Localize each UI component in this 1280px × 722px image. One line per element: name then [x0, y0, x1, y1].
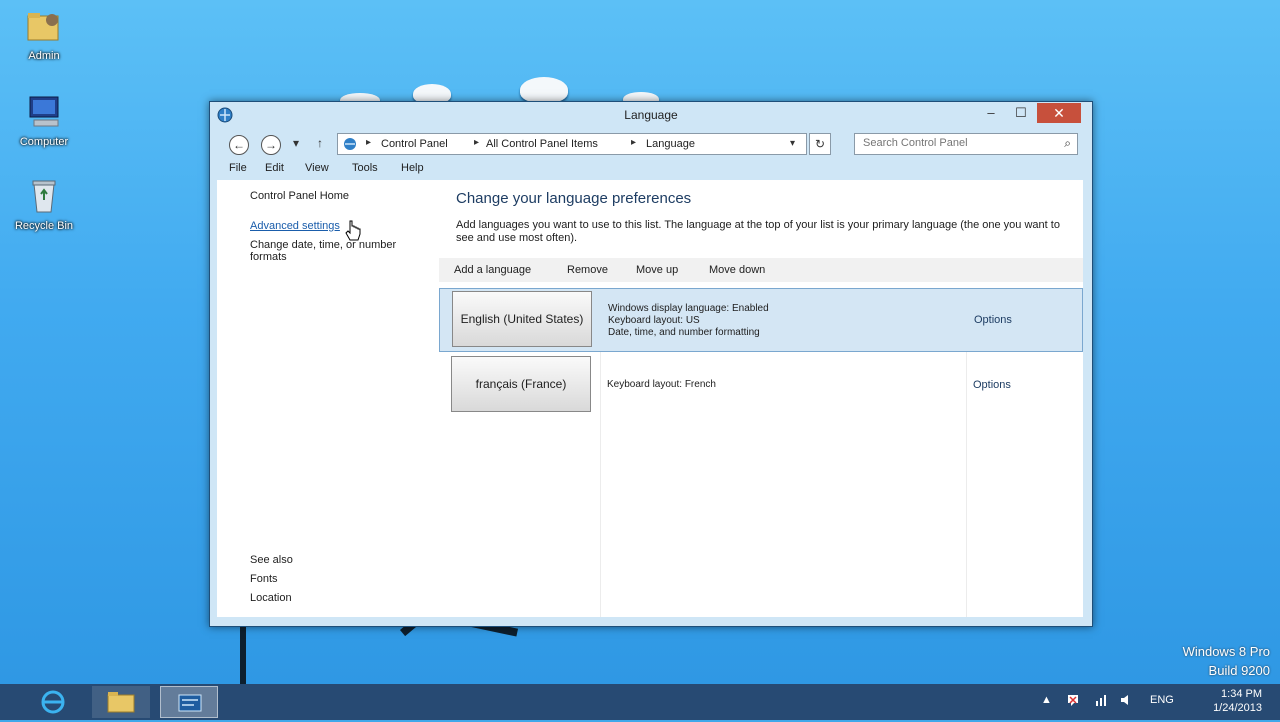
display-language-status: Windows display language: Enabled	[608, 303, 769, 314]
language-toolbar: Add a language Remove Move up Move down	[439, 258, 1083, 282]
menu-help[interactable]: Help	[401, 162, 424, 174]
options-link-english[interactable]: Options	[974, 314, 1012, 326]
wallpaper-stem	[240, 625, 246, 684]
language-window: Language – ☐ ✕ ← → ▾ ↑ ▸ Control Panel ▸…	[209, 101, 1093, 627]
language-details: Windows display language: Enabled Keyboa…	[608, 303, 769, 339]
maximize-button[interactable]: ☐	[1007, 103, 1035, 123]
up-button[interactable]: ↑	[317, 136, 323, 150]
breadcrumb-control-panel[interactable]: Control Panel	[381, 138, 448, 150]
search-icon[interactable]: ⌕	[1064, 136, 1071, 151]
search-box[interactable]: ⌕	[854, 133, 1078, 155]
move-down-button[interactable]: Move down	[709, 264, 765, 276]
breadcrumb-separator[interactable]: ▸	[474, 137, 479, 148]
menu-view[interactable]: View	[305, 162, 329, 174]
search-input[interactable]	[863, 137, 1043, 149]
breadcrumb-separator[interactable]: ▸	[366, 137, 371, 148]
close-button[interactable]: ✕	[1037, 103, 1081, 123]
taskbar: ▲ ENG 1:34 PM 1/24/2013	[0, 684, 1280, 720]
clock-time: 1:34 PM	[1221, 688, 1262, 700]
remove-button[interactable]: Remove	[567, 264, 608, 276]
breadcrumb-separator[interactable]: ▸	[631, 137, 636, 148]
language-row-english[interactable]: English (United States) Windows display …	[439, 288, 1083, 352]
network-icon[interactable]	[1094, 693, 1108, 710]
folder-icon	[107, 692, 135, 713]
navigation-bar: ← → ▾ ↑ ▸ Control Panel ▸ All Control Pa…	[217, 132, 1083, 158]
clock-date: 1/24/2013	[1213, 702, 1262, 714]
keyboard-layout: Keyboard layout: US	[608, 315, 700, 326]
control-panel-icon	[178, 694, 202, 712]
see-also-heading: See also	[250, 554, 293, 566]
language-row-french[interactable]: français (France) Keyboard layout: Frenc…	[439, 354, 1083, 418]
language-tile-french[interactable]: français (France)	[451, 356, 591, 412]
desktop-icon-label: Admin	[28, 50, 60, 62]
page-description: Add languages you want to use to this li…	[456, 219, 1060, 244]
control-panel-icon	[342, 136, 360, 155]
language-tile-english[interactable]: English (United States)	[452, 291, 592, 347]
internet-explorer-taskbar-button[interactable]	[24, 686, 82, 718]
wallpaper-flower	[520, 77, 568, 103]
breadcrumb-language[interactable]: Language	[646, 138, 695, 150]
refresh-button[interactable]: ↻	[809, 133, 831, 155]
show-hidden-icons-button[interactable]: ▲	[1041, 694, 1052, 706]
formatting-status: Date, time, and number formatting	[608, 327, 760, 338]
windows-watermark: Windows 8 Pro Build 9200	[1183, 642, 1270, 680]
internet-explorer-icon	[41, 690, 65, 714]
move-up-button[interactable]: Move up	[636, 264, 678, 276]
input-language-indicator[interactable]: ENG	[1150, 694, 1174, 706]
left-pane: Control Panel Home Advanced settings Cha…	[217, 180, 439, 617]
action-center-icon[interactable]	[1066, 693, 1080, 710]
file-explorer-taskbar-button[interactable]	[92, 686, 150, 718]
computer-icon	[24, 92, 64, 132]
content-area: Control Panel Home Advanced settings Cha…	[217, 180, 1083, 617]
control-panel-taskbar-button[interactable]	[160, 686, 218, 718]
forward-button[interactable]: →	[261, 135, 281, 155]
change-date-formats-link[interactable]: Change date, time, or number formats	[250, 239, 435, 263]
window-title: Language	[624, 108, 678, 122]
system-clock[interactable]: 1:34 PM 1/24/2013	[1213, 687, 1262, 715]
page-title: Change your language preferences	[456, 190, 692, 207]
options-link-french[interactable]: Options	[973, 379, 1011, 391]
recent-locations-button[interactable]: ▾	[293, 136, 299, 150]
desktop-icon-label: Recycle Bin	[14, 220, 74, 232]
fonts-link[interactable]: Fonts	[250, 573, 278, 585]
recycle-bin-icon	[24, 176, 64, 216]
desktop-icon-recycle-bin[interactable]: Recycle Bin	[4, 176, 84, 232]
keyboard-layout: Keyboard layout: French	[607, 379, 716, 390]
control-panel-home-link[interactable]: Control Panel Home	[250, 190, 349, 202]
watermark-build: Build 9200	[1208, 663, 1270, 678]
minimize-button[interactable]: –	[977, 103, 1005, 123]
desktop-icon-admin[interactable]: Admin	[4, 6, 84, 62]
back-button[interactable]: ←	[229, 135, 249, 155]
desktop-icon-computer[interactable]: Computer	[4, 92, 84, 148]
add-language-button[interactable]: Add a language	[454, 264, 531, 276]
address-dropdown-icon[interactable]: ▾	[790, 138, 795, 149]
location-link[interactable]: Location	[250, 592, 292, 604]
desktop-icon-label: Computer	[19, 136, 69, 148]
folder-user-icon	[24, 6, 64, 46]
language-details: Keyboard layout: French	[607, 379, 716, 391]
advanced-settings-link[interactable]: Advanced settings	[250, 220, 340, 232]
breadcrumb-all-items[interactable]: All Control Panel Items	[486, 138, 598, 150]
title-bar[interactable]: Language – ☐ ✕	[210, 102, 1092, 132]
menu-tools[interactable]: Tools	[352, 162, 378, 174]
menu-bar: File Edit View Tools Help	[217, 158, 1083, 180]
menu-file[interactable]: File	[229, 162, 247, 174]
menu-edit[interactable]: Edit	[265, 162, 284, 174]
address-bar[interactable]: ▸ Control Panel ▸ All Control Panel Item…	[337, 133, 807, 155]
volume-icon[interactable]	[1119, 693, 1133, 710]
watermark-edition: Windows 8 Pro	[1182, 644, 1270, 659]
